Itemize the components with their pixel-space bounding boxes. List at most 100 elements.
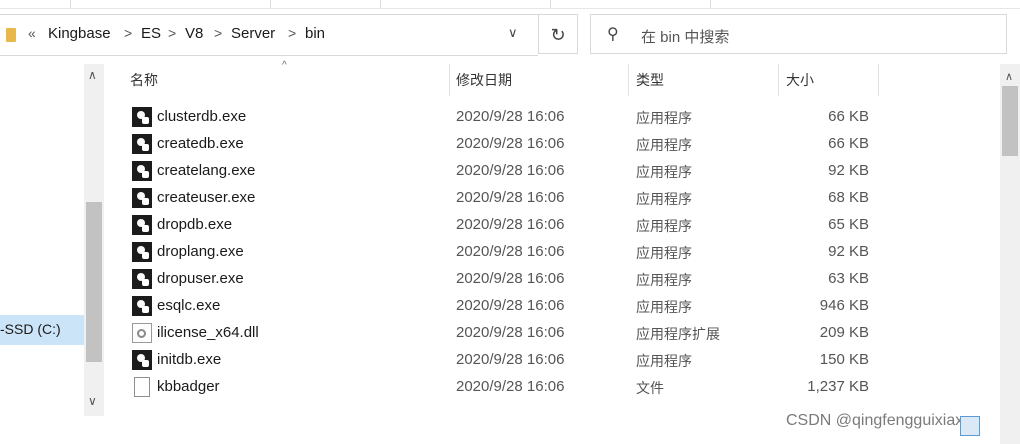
breadcrumb-separator-icon[interactable]: > [168,25,176,41]
file-date: 2020/9/28 16:06 [456,216,565,233]
file-size: 66 KB [828,135,869,152]
column-divider[interactable] [878,64,879,96]
ribbon-section [380,0,551,8]
column-header-name[interactable]: 名称 [130,64,158,96]
column-divider[interactable] [449,64,450,96]
column-divider[interactable] [628,64,629,96]
breadcrumb-bin[interactable]: bin [305,25,325,42]
exe-icon [132,215,152,235]
ribbon-section [70,0,271,8]
breadcrumb-separator-icon[interactable]: > [288,25,296,41]
scrollbar-thumb[interactable] [1002,86,1018,156]
address-history-chevron-down-icon[interactable]: ∨ [508,25,518,41]
file-type: 应用程序 [636,245,692,261]
large-icons-view-button[interactable] [986,416,1006,436]
exe-icon [132,350,152,370]
file-list: clusterdb.exe 2020/9/28 16:06 应用程序 66 KB… [104,104,1000,412]
file-size: 150 KB [819,351,869,368]
file-size: 1,237 KB [807,378,869,395]
file-date: 2020/9/28 16:06 [456,135,565,152]
folder-icon [6,28,16,42]
file-date: 2020/9/28 16:06 [456,243,565,260]
file-size: 66 KB [828,108,869,125]
scrollbar-thumb[interactable] [86,202,102,362]
scroll-down-icon[interactable]: ∨ [88,394,97,408]
file-size: 65 KB [828,216,869,233]
exe-icon [132,269,152,289]
file-name: initdb.exe [157,351,222,368]
file-date: 2020/9/28 16:06 [456,270,565,287]
ribbon-section [270,0,381,8]
table-row[interactable]: dropuser.exe 2020/9/28 16:06 应用程序 63 KB [104,266,1000,293]
column-header-type[interactable]: 类型 [636,64,664,96]
table-row[interactable]: createlang.exe 2020/9/28 16:06 应用程序 92 K… [104,158,1000,185]
nav-item-label: -SSD (C:) [0,321,61,337]
exe-icon [132,296,152,316]
column-header-row: ^ 名称 修改日期 类型 大小 [104,60,1000,96]
exe-icon [132,242,152,262]
file-type: 应用程序 [636,353,692,369]
column-divider[interactable] [778,64,779,96]
table-row[interactable]: initdb.exe 2020/9/28 16:06 应用程序 150 KB [104,347,1000,374]
file-name: kbbadger [157,378,220,395]
file-name: dropuser.exe [157,270,244,287]
dll-icon [132,323,152,343]
table-row[interactable]: droplang.exe 2020/9/28 16:06 应用程序 92 KB [104,239,1000,266]
file-name: ilicense_x64.dll [157,324,259,341]
file-icon [134,377,150,397]
table-row[interactable]: clusterdb.exe 2020/9/28 16:06 应用程序 66 KB [104,104,1000,131]
details-view-button[interactable] [960,416,980,436]
column-header-size[interactable]: 大小 [786,64,814,96]
file-type: 应用程序 [636,164,692,180]
scroll-up-icon[interactable]: ∧ [1005,70,1013,83]
file-name: createlang.exe [157,162,256,179]
file-type: 应用程序 [636,110,692,126]
table-row[interactable]: kbbadger 2020/9/28 16:06 文件 1,237 KB [104,374,1000,401]
file-name: clusterdb.exe [157,108,247,125]
file-type: 应用程序 [636,137,692,153]
file-type: 应用程序 [636,272,692,288]
refresh-icon: ↻ [550,25,566,45]
nav-item-drive-c[interactable]: -SSD (C:) [0,315,84,345]
scroll-up-icon[interactable]: ∧ [88,68,97,82]
ribbon-section [550,0,711,8]
file-type: 应用程序 [636,218,692,234]
address-row: « Kingbase > ES > V8 > Server > bin ∨ ↻ … [0,14,1020,56]
breadcrumb-separator-icon[interactable]: > [214,25,222,41]
breadcrumb-separator-icon[interactable]: > [124,25,132,41]
breadcrumb-v8[interactable]: V8 [185,25,203,42]
file-name: dropdb.exe [157,216,233,233]
table-row[interactable]: ilicense_x64.dll 2020/9/28 16:06 应用程序扩展 … [104,320,1000,347]
search-input[interactable]: ⚲ 在 bin 中搜索 [590,14,1007,54]
table-row[interactable]: createuser.exe 2020/9/28 16:06 应用程序 68 K… [104,185,1000,212]
table-row[interactable]: createdb.exe 2020/9/28 16:06 应用程序 66 KB [104,131,1000,158]
file-date: 2020/9/28 16:06 [456,378,565,395]
file-date: 2020/9/28 16:06 [456,324,565,341]
column-header-date[interactable]: 修改日期 [456,64,512,96]
ribbon-remnant [0,0,1020,9]
overflow-chevron-icon[interactable]: « [28,25,36,41]
table-row[interactable]: dropdb.exe 2020/9/28 16:06 应用程序 65 KB [104,212,1000,239]
navigation-scrollbar[interactable]: ∧ ∨ [84,64,104,416]
sort-ascending-icon: ^ [282,60,287,71]
table-row[interactable]: esqlc.exe 2020/9/28 16:06 应用程序 946 KB [104,293,1000,320]
file-name: droplang.exe [157,243,244,260]
breadcrumb-server[interactable]: Server [231,25,275,42]
watermark-text: CSDN @qingfengguixiaxu [786,412,973,429]
file-date: 2020/9/28 16:06 [456,108,565,125]
breadcrumb-kingbase[interactable]: Kingbase [48,25,111,42]
file-date: 2020/9/28 16:06 [456,162,565,179]
file-name: createuser.exe [157,189,256,206]
file-date: 2020/9/28 16:06 [456,297,565,314]
file-name: esqlc.exe [157,297,221,314]
breadcrumb-es[interactable]: ES [141,25,161,42]
exe-icon [132,107,152,127]
search-icon: ⚲ [607,26,619,43]
file-size: 63 KB [828,270,869,287]
file-list-scrollbar[interactable]: ∧ [1000,64,1020,444]
file-type: 应用程序 [636,299,692,315]
exe-icon [132,161,152,181]
file-size: 92 KB [828,243,869,260]
refresh-button[interactable]: ↻ [538,14,578,54]
search-placeholder: 在 bin 中搜索 [641,29,730,46]
